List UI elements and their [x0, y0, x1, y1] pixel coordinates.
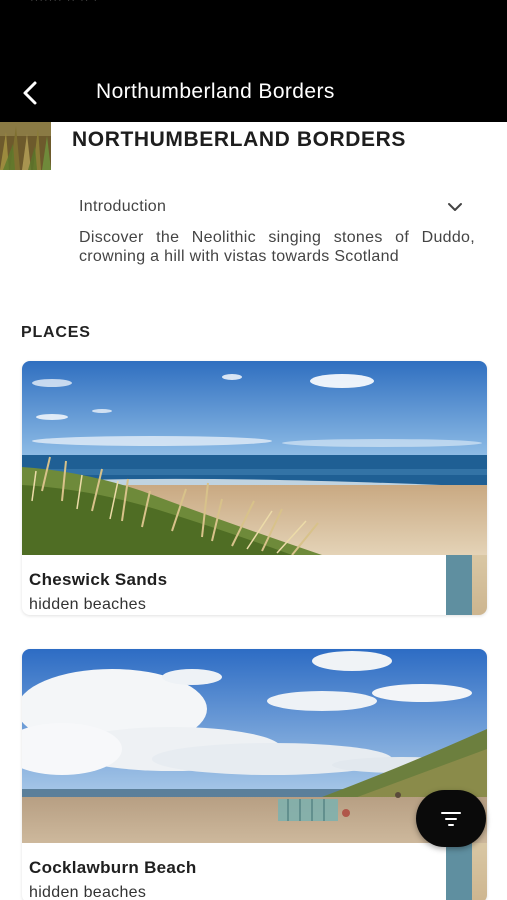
- card-image-strip: [472, 555, 487, 615]
- region-heading: NORTHUMBERLAND BORDERS: [72, 128, 407, 151]
- place-category: hidden beaches: [29, 596, 147, 613]
- introduction-label: Introduction: [79, 198, 167, 215]
- page-title: Northumberland Borders: [96, 80, 335, 103]
- chevron-left-icon: [23, 81, 37, 105]
- place-card[interactable]: Cocklawburn Beach hidden beaches: [22, 649, 487, 900]
- app-bar: ······· ·· ·· · Northumberland Borders: [0, 0, 507, 122]
- place-name: Cocklawburn Beach: [29, 858, 197, 877]
- region-thumbnail: [0, 122, 51, 170]
- place-card[interactable]: Cheswick Sands hidden beaches: [22, 361, 487, 615]
- filter-button[interactable]: [416, 790, 486, 847]
- back-button[interactable]: [14, 76, 48, 110]
- card-image-strip: [472, 843, 487, 900]
- card-accent-bar: [446, 843, 472, 900]
- places-section-label: PLACES: [21, 324, 91, 341]
- place-category: hidden beaches: [29, 884, 147, 900]
- chevron-down-icon: [448, 203, 462, 211]
- introduction-text: Discover the Neolithic singing stones of…: [79, 229, 475, 265]
- introduction-toggle[interactable]: Introduction: [79, 196, 463, 218]
- filter-icon: [441, 811, 461, 826]
- place-name: Cheswick Sands: [29, 570, 168, 589]
- status-bar-text: ······· ·· ·· ·: [30, 0, 99, 6]
- place-photo: [22, 361, 487, 555]
- card-accent-bar: [446, 555, 472, 615]
